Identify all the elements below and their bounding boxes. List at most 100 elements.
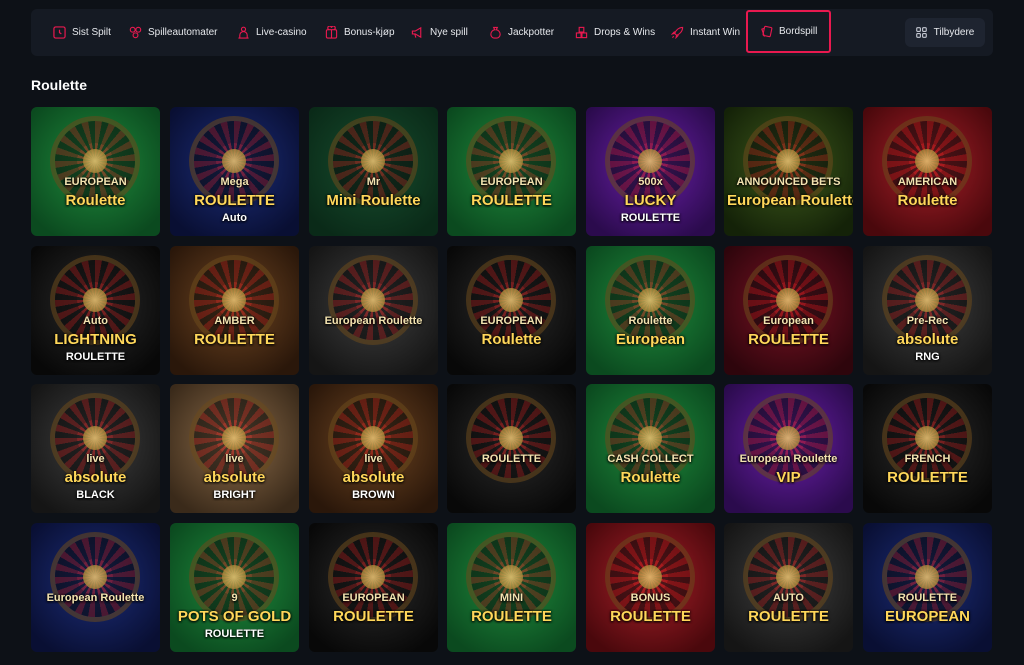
game-tile[interactable]: EUROPEAN Roulette [447, 246, 576, 375]
game-tile[interactable]: Pre-Rec absolute RNG [863, 246, 992, 375]
slot-machine-icon [129, 26, 142, 39]
game-tile[interactable]: MINI ROULETTE [447, 523, 576, 652]
wheel-hub [915, 149, 939, 173]
game-title-t2: ROULETTE [471, 609, 552, 624]
wheel-hub [915, 288, 939, 312]
wheel-hub [499, 565, 523, 589]
game-tile[interactable]: EUROPEAN ROULETTE [309, 523, 438, 652]
game-tile[interactable]: European Roulette [309, 246, 438, 375]
game-tile[interactable]: live absolute BLACK [31, 384, 160, 513]
game-tile[interactable]: Mr Mini Roulette [309, 107, 438, 236]
game-title-t1: live [225, 454, 244, 465]
wheel-hub [222, 426, 246, 450]
nav-item-jackpots[interactable]: Jackpotter [489, 9, 554, 56]
game-tile[interactable]: European Roulette VIP [724, 384, 853, 513]
wheel-hub [915, 426, 939, 450]
game-tile[interactable]: Roulette European [586, 246, 715, 375]
game-tile[interactable]: 9 POTS OF GOLD ROULETTE [170, 523, 299, 652]
game-tile[interactable]: Mega ROULETTE Auto [170, 107, 299, 236]
game-tile[interactable]: ANNOUNCED BETS European Roulette [724, 107, 853, 236]
game-title-t2: EUROPEAN [884, 609, 970, 624]
game-title-t1: Mr [366, 177, 381, 188]
game-title-t2: LUCKY [624, 193, 677, 208]
clock-icon [53, 26, 66, 39]
wheel-hub [83, 565, 107, 589]
game-tile[interactable]: AMBER ROULETTE [170, 246, 299, 375]
game-tile[interactable]: 500x LUCKY ROULETTE [586, 107, 715, 236]
game-title-t2: Mini Roulette [326, 193, 421, 208]
game-title-t1: Roulette [628, 316, 673, 327]
game-tile[interactable]: ROULETTE EUROPEAN [863, 523, 992, 652]
game-title-t1: Auto [82, 316, 109, 327]
drops-wins-icon [575, 26, 588, 39]
providers-label: Tilbydere [933, 27, 975, 38]
game-title-t2: European [615, 332, 686, 347]
nav-item-slots[interactable]: Spilleautomater [129, 9, 217, 56]
game-title-t3: BLACK [76, 490, 115, 501]
nav-item-drops-wins[interactable]: Drops & Wins [575, 9, 655, 56]
bonus-buy-icon [325, 26, 338, 39]
game-title-t2: absolute [203, 470, 266, 485]
money-bag-icon [490, 26, 501, 39]
game-title-t2: ROULETTE [748, 332, 829, 347]
game-tile[interactable]: European ROULETTE [724, 246, 853, 375]
game-tile[interactable]: live absolute BRIGHT [170, 384, 299, 513]
game-title-t1: AUTO [773, 593, 804, 604]
game-title-t3: BRIGHT [213, 490, 256, 501]
game-tile[interactable]: European Roulette [31, 523, 160, 652]
game-tile[interactable]: EUROPEAN Roulette [31, 107, 160, 236]
game-tile[interactable]: AMERICAN Roulette [863, 107, 992, 236]
nav-item-label: Jackpotter [508, 27, 555, 38]
wheel-hub [638, 426, 662, 450]
megaphone-icon [411, 26, 422, 39]
game-tile[interactable]: live absolute BROWN [309, 384, 438, 513]
nav-item-label: Live-casino [256, 27, 307, 38]
game-title-t1: EUROPEAN [342, 593, 405, 604]
wheel-hub [776, 426, 800, 450]
game-title-t1: FRENCH [904, 454, 951, 465]
game-title-t1: 500x [638, 177, 663, 188]
wheel-hub [222, 565, 246, 589]
game-tile[interactable]: ROULETTE [447, 384, 576, 513]
wheel-hub [638, 565, 662, 589]
game-title-t1: European Roulette [46, 593, 145, 604]
rocket-icon [671, 26, 684, 39]
wheel-hub [361, 288, 385, 312]
game-title-t3: RNG [915, 352, 940, 363]
game-title-t1: EUROPEAN [64, 177, 127, 188]
nav-item-table-games[interactable]: Bordspill [746, 10, 832, 53]
wheel-hub [83, 288, 107, 312]
nav-item-recently-played[interactable]: Sist Spilt [53, 9, 111, 56]
nav-item-label: Bonus-kjøp [344, 27, 395, 38]
nav-item-bonus-buy[interactable]: Bonus-kjøp [325, 9, 395, 56]
nav-item-live-casino[interactable]: Live-casino [237, 9, 307, 56]
game-title-t2: Roulette [897, 193, 958, 208]
game-title-t2: ROULETTE [333, 609, 414, 624]
game-title-t1: European [763, 316, 814, 327]
nav-item-label: Spilleautomater [148, 27, 218, 38]
game-title-t3: ROULETTE [620, 213, 681, 224]
game-tile[interactable]: FRENCH ROULETTE [863, 384, 992, 513]
wheel-hub [499, 149, 523, 173]
wheel-hub [915, 565, 939, 589]
game-title-t2: ROULETTE [194, 332, 275, 347]
nav-item-new-games[interactable]: Nye spill [411, 9, 468, 56]
game-tile[interactable]: Auto LIGHTNING ROULETTE [31, 246, 160, 375]
wheel-hub [638, 149, 662, 173]
game-tile[interactable]: CASH COLLECT Roulette [586, 384, 715, 513]
game-tile[interactable]: EUROPEAN ROULETTE [447, 107, 576, 236]
game-tile[interactable]: BONUS ROULETTE [586, 523, 715, 652]
game-title-t2: LIGHTNING [54, 332, 137, 347]
game-title-t2: absolute [896, 332, 959, 347]
game-title-t1: AMERICAN [897, 177, 958, 188]
wheel-hub [222, 149, 246, 173]
game-tile[interactable]: AUTO ROULETTE [724, 523, 853, 652]
game-title-t1: BONUS [630, 593, 671, 604]
wheel-hub [776, 288, 800, 312]
nav-item-instant-win[interactable]: Instant Win [671, 9, 740, 56]
category-nav-bar: Sist Spilt Spilleautomater Live-casino B… [31, 9, 993, 56]
game-title-t2: POTS OF GOLD [177, 609, 292, 624]
game-grid: EUROPEAN Roulette Mega ROULETTE Auto Mr Mini R… [31, 107, 993, 662]
game-title-t1: live [364, 454, 383, 465]
providers-button[interactable]: Tilbydere [905, 18, 985, 47]
